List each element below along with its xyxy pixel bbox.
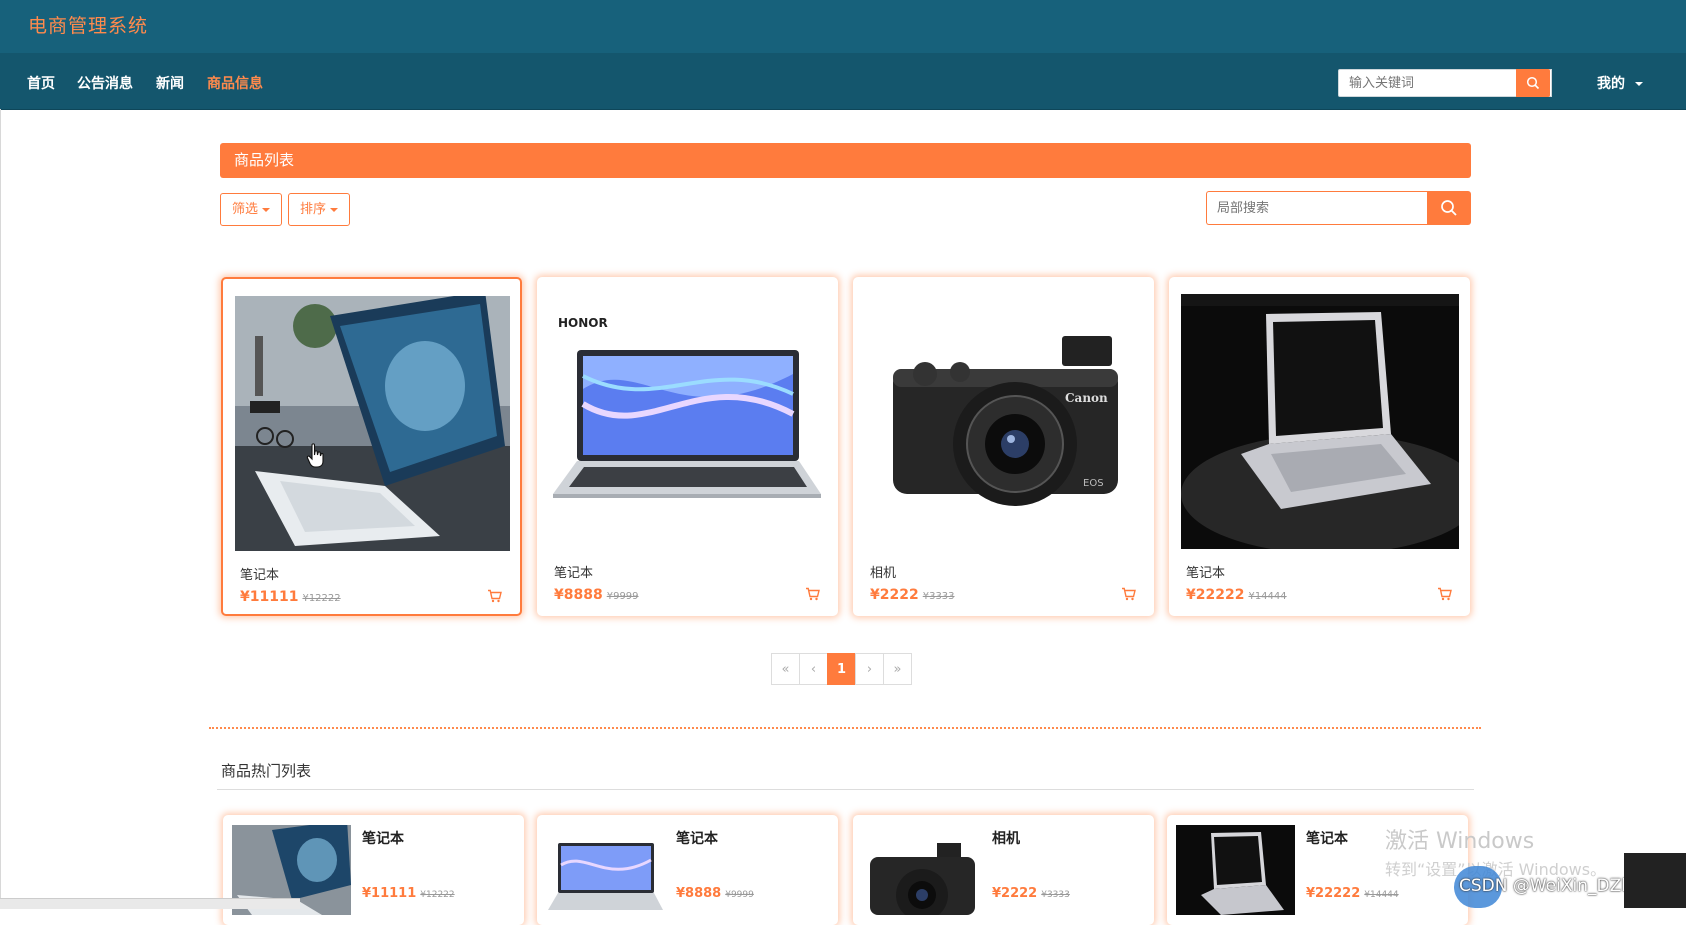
product-price: ¥2222 ¥3333 [870, 587, 955, 603]
product-card[interactable]: 笔记本 ¥22222 ¥14444 [1169, 277, 1470, 616]
original-price: ¥12222 [420, 890, 455, 900]
hot-product-card[interactable]: 相机 ¥2222 ¥3333 [853, 815, 1154, 925]
original-price: ¥12222 [302, 593, 341, 604]
user-menu-label: 我的 [1597, 76, 1625, 92]
main-nav: 首页 公告消息 新闻 商品信息 我的 [0, 53, 1686, 110]
current-price: ¥2222 [870, 587, 919, 603]
product-name[interactable]: 笔记本 [240, 564, 279, 583]
product-card[interactable]: HONOR 笔记本 ¥8888 ¥9999 [537, 277, 838, 616]
honor-logo: HONOR [558, 316, 608, 330]
product-price: ¥8888 ¥9999 [554, 587, 639, 603]
search-icon [1441, 200, 1457, 216]
cart-icon [806, 587, 820, 601]
page-1-button[interactable]: 1 [827, 653, 856, 685]
product-name[interactable]: 相机 [870, 562, 896, 581]
hot-product-image[interactable] [1176, 825, 1295, 915]
hot-section-title: 商品热门列表 [221, 762, 312, 780]
next-page-button[interactable]: › [855, 653, 884, 685]
section-banner: 商品列表 [220, 143, 1471, 178]
product-name[interactable]: 笔记本 [554, 562, 593, 581]
nav-products[interactable]: 商品信息 [207, 73, 263, 93]
current-price: ¥8888 [676, 886, 722, 901]
product-image-camera[interactable]: Canon EOS [865, 294, 1140, 549]
current-price: ¥22222 [1306, 886, 1361, 901]
last-page-button[interactable]: » [883, 653, 912, 685]
product-card[interactable]: Canon EOS 相机 ¥2222 ¥3333 [853, 277, 1154, 616]
filter-button-label: 筛选 [232, 202, 259, 217]
original-price: ¥9999 [606, 591, 639, 602]
current-price: ¥8888 [554, 587, 603, 603]
current-price: ¥22222 [1186, 587, 1245, 603]
cart-icon [488, 589, 502, 603]
original-price: ¥14444 [1364, 890, 1399, 900]
pagination: « ‹ 1 › » [771, 653, 912, 685]
hot-product-name[interactable]: 笔记本 [362, 828, 404, 848]
hot-product-price: ¥22222 ¥14444 [1306, 886, 1399, 901]
nav-home[interactable]: 首页 [27, 73, 55, 93]
original-price: ¥3333 [1041, 890, 1070, 900]
hot-section-rule [217, 789, 1474, 790]
hot-product-card[interactable]: 笔记本 ¥8888 ¥9999 [537, 815, 838, 925]
top-header: 电商管理系统 [0, 0, 1686, 53]
hot-product-price: ¥8888 ¥9999 [676, 886, 754, 901]
add-to-cart-button[interactable] [487, 588, 502, 607]
user-menu[interactable]: 我的 [1597, 73, 1643, 93]
hot-product-price: ¥2222 ¥3333 [992, 886, 1070, 901]
prev-page-button[interactable]: ‹ [799, 653, 828, 685]
hot-product-name[interactable]: 相机 [992, 828, 1020, 848]
product-image-laptop[interactable]: HONOR [549, 294, 824, 549]
nav-news[interactable]: 新闻 [156, 73, 184, 93]
original-price: ¥9999 [725, 890, 754, 900]
hand-cursor-icon [306, 443, 324, 468]
local-search-input[interactable] [1206, 191, 1427, 225]
hot-product-price: ¥11111 ¥12222 [362, 886, 455, 901]
browser-status-bar [0, 898, 300, 909]
add-to-cart-button[interactable] [1121, 586, 1136, 605]
header-search-button[interactable] [1516, 69, 1550, 97]
product-image-laptop[interactable] [235, 296, 510, 551]
product-price: ¥11111 ¥12222 [240, 589, 341, 605]
eos-label: EOS [1083, 478, 1104, 489]
first-page-button[interactable]: « [771, 653, 800, 685]
filter-button[interactable]: 筛选 [220, 193, 283, 226]
caret-down-icon [1635, 82, 1643, 86]
product-image-laptop[interactable] [1181, 294, 1459, 549]
product-card[interactable]: 笔记本 ¥11111 ¥12222 [221, 277, 522, 616]
brand-title[interactable]: 电商管理系统 [28, 11, 148, 38]
add-to-cart-button[interactable] [805, 586, 820, 605]
original-price: ¥14444 [1248, 591, 1287, 602]
hot-product-name[interactable]: 笔记本 [676, 828, 718, 848]
page-left-border [0, 109, 1, 908]
current-price: ¥11111 [362, 886, 417, 901]
product-price: ¥22222 ¥14444 [1186, 587, 1287, 603]
sort-button-label: 排序 [300, 202, 327, 217]
cart-icon [1438, 587, 1452, 601]
search-icon [1526, 76, 1540, 90]
section-divider [209, 727, 1481, 729]
windows-activation-watermark: 激活 Windows [1385, 829, 1535, 854]
sort-button[interactable]: 排序 [288, 193, 351, 226]
caret-down-icon [262, 207, 271, 212]
hot-product-image[interactable] [862, 825, 981, 915]
current-price: ¥2222 [992, 886, 1038, 901]
local-search-button[interactable] [1427, 191, 1471, 225]
current-price: ¥11111 [240, 589, 299, 605]
original-price: ¥3333 [922, 591, 955, 602]
add-to-cart-button[interactable] [1437, 586, 1452, 605]
canon-logo: Canon [1065, 391, 1108, 405]
hot-product-name[interactable]: 笔记本 [1306, 828, 1348, 848]
cart-icon [1122, 587, 1136, 601]
nav-announcements[interactable]: 公告消息 [77, 73, 133, 93]
video-thumbnail [1624, 853, 1686, 908]
product-name[interactable]: 笔记本 [1186, 562, 1225, 581]
caret-down-icon [330, 207, 339, 212]
hot-product-image[interactable] [546, 825, 665, 915]
